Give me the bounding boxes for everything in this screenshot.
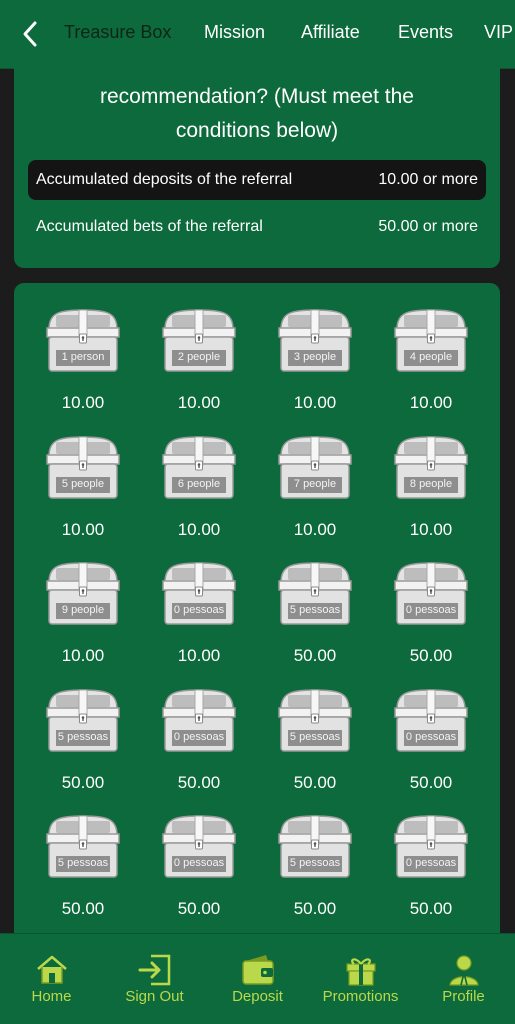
box-people-label: 8 people bbox=[409, 478, 453, 490]
box-people-label: 5 pessoas bbox=[57, 731, 109, 743]
condition-row-deposits: Accumulated deposits of the referral 10.… bbox=[28, 160, 486, 200]
condition-label: Accumulated bets of the referral bbox=[36, 218, 263, 235]
treasure-box-item[interactable]: 5 pessoas 50.00 bbox=[28, 789, 138, 918]
box-people-label: 9 people bbox=[61, 604, 105, 616]
nav-promotions[interactable]: Promotions bbox=[309, 934, 412, 1024]
treasure-box-item[interactable]: 5 pessoas 50.00 bbox=[260, 536, 370, 665]
treasure-box-item[interactable]: 5 pessoas 50.00 bbox=[260, 663, 370, 792]
treasure-box-item[interactable]: 0 pessoas 50.00 bbox=[144, 789, 254, 918]
treasure-box-item[interactable]: 0 pessoas 50.00 bbox=[144, 663, 254, 792]
treasure-box-item[interactable]: 7 people 10.00 bbox=[260, 410, 370, 539]
box-people-label: 3 people bbox=[293, 351, 337, 363]
box-people-label: 6 people bbox=[177, 478, 221, 490]
box-people-label: 0 pessoas bbox=[173, 604, 225, 616]
treasure-box-item[interactable]: 5 pessoas 50.00 bbox=[260, 789, 370, 918]
box-people-label: 4 people bbox=[409, 351, 453, 363]
box-people-label: 0 pessoas bbox=[405, 604, 457, 616]
profile-icon bbox=[449, 955, 479, 986]
treasure-box-page: Treasure Box Mission Affiliate Events VI… bbox=[0, 0, 515, 1024]
treasure-box-item[interactable]: 4 people 10.00 bbox=[376, 283, 486, 412]
box-people-label: 5 people bbox=[61, 478, 105, 490]
box-people-label: 0 pessoas bbox=[405, 857, 457, 869]
treasure-box-item[interactable]: 8 people 10.00 bbox=[376, 410, 486, 539]
nav-deposit[interactable]: Deposit bbox=[206, 934, 309, 1024]
treasure-box-item[interactable]: 1 person 10.00 bbox=[28, 283, 138, 412]
treasure-box-item[interactable]: 5 pessoas 50.00 bbox=[28, 663, 138, 792]
bottom-nav: Home Sign Out Deposit Promotions Profile bbox=[0, 933, 515, 1024]
box-people-label: 1 person bbox=[61, 351, 105, 363]
treasure-box-item[interactable]: 6 people 10.00 bbox=[144, 410, 254, 539]
treasure-box-item[interactable]: 9 people 10.00 bbox=[28, 536, 138, 665]
box-people-label: 7 people bbox=[293, 478, 337, 490]
box-people-label: 5 pessoas bbox=[57, 857, 109, 869]
treasure-box-item[interactable]: 0 pessoas 50.00 bbox=[376, 789, 486, 918]
box-reward-amount: 50.00 bbox=[177, 899, 221, 918]
nav-label: Sign Out bbox=[125, 988, 184, 1005]
nav-label: Home bbox=[31, 988, 72, 1005]
box-people-label: 0 pessoas bbox=[173, 731, 225, 743]
box-people-label: 5 pessoas bbox=[289, 857, 341, 869]
treasure-box-item[interactable]: 3 people 10.00 bbox=[260, 283, 370, 412]
tab-mission[interactable]: Mission bbox=[204, 20, 265, 44]
nav-sign-out[interactable]: Sign Out bbox=[103, 934, 206, 1024]
treasure-box-item[interactable]: 0 pessoas 10.00 bbox=[144, 536, 254, 665]
box-reward-amount: 50.00 bbox=[61, 899, 105, 918]
treasure-box-item[interactable]: 0 pessoas 50.00 bbox=[376, 536, 486, 665]
back-button[interactable] bbox=[14, 18, 46, 50]
box-people-label: 0 pessoas bbox=[173, 857, 225, 869]
nav-label: Promotions bbox=[322, 988, 399, 1005]
nav-label: Deposit bbox=[232, 988, 283, 1005]
nav-home[interactable]: Home bbox=[0, 934, 103, 1024]
conditions-card: recommendation? (Must meet the condition… bbox=[14, 56, 500, 268]
box-reward-amount: 50.00 bbox=[409, 899, 453, 918]
condition-value: 10.00 or more bbox=[378, 171, 478, 188]
tab-vip[interactable]: VIP bbox=[484, 20, 513, 44]
condition-value: 50.00 or more bbox=[378, 218, 478, 235]
condition-label: Accumulated deposits of the referral bbox=[36, 171, 293, 188]
tab-affiliate[interactable]: Affiliate bbox=[301, 20, 360, 44]
treasure-box-item[interactable]: 5 people 10.00 bbox=[28, 410, 138, 539]
nav-profile[interactable]: Profile bbox=[412, 934, 515, 1024]
treasure-box-grid: 1 person 10.00 2 people 10.00 3 people 10.00 4… bbox=[14, 283, 500, 943]
box-people-label: 5 pessoas bbox=[289, 731, 341, 743]
tab-treasure-box[interactable]: Treasure Box bbox=[64, 20, 171, 44]
box-people-label: 0 pessoas bbox=[405, 731, 457, 743]
box-people-label: 5 pessoas bbox=[289, 604, 341, 616]
treasure-box-item[interactable]: 0 pessoas 50.00 bbox=[376, 663, 486, 792]
chevron-left-icon bbox=[23, 21, 37, 47]
box-people-label: 2 people bbox=[177, 351, 221, 363]
treasure-box-item[interactable]: 2 people 10.00 bbox=[144, 283, 254, 412]
tab-events[interactable]: Events bbox=[398, 20, 453, 44]
box-reward-amount: 50.00 bbox=[293, 899, 337, 918]
condition-row-bets: Accumulated bets of the referral 50.00 o… bbox=[28, 207, 486, 247]
wallet-icon bbox=[242, 955, 274, 985]
home-icon bbox=[37, 955, 67, 984]
sign-out-icon bbox=[138, 954, 171, 986]
conditions-title: recommendation? (Must meet the condition… bbox=[100, 85, 414, 142]
nav-label: Profile bbox=[442, 988, 485, 1005]
gift-icon bbox=[346, 958, 376, 986]
